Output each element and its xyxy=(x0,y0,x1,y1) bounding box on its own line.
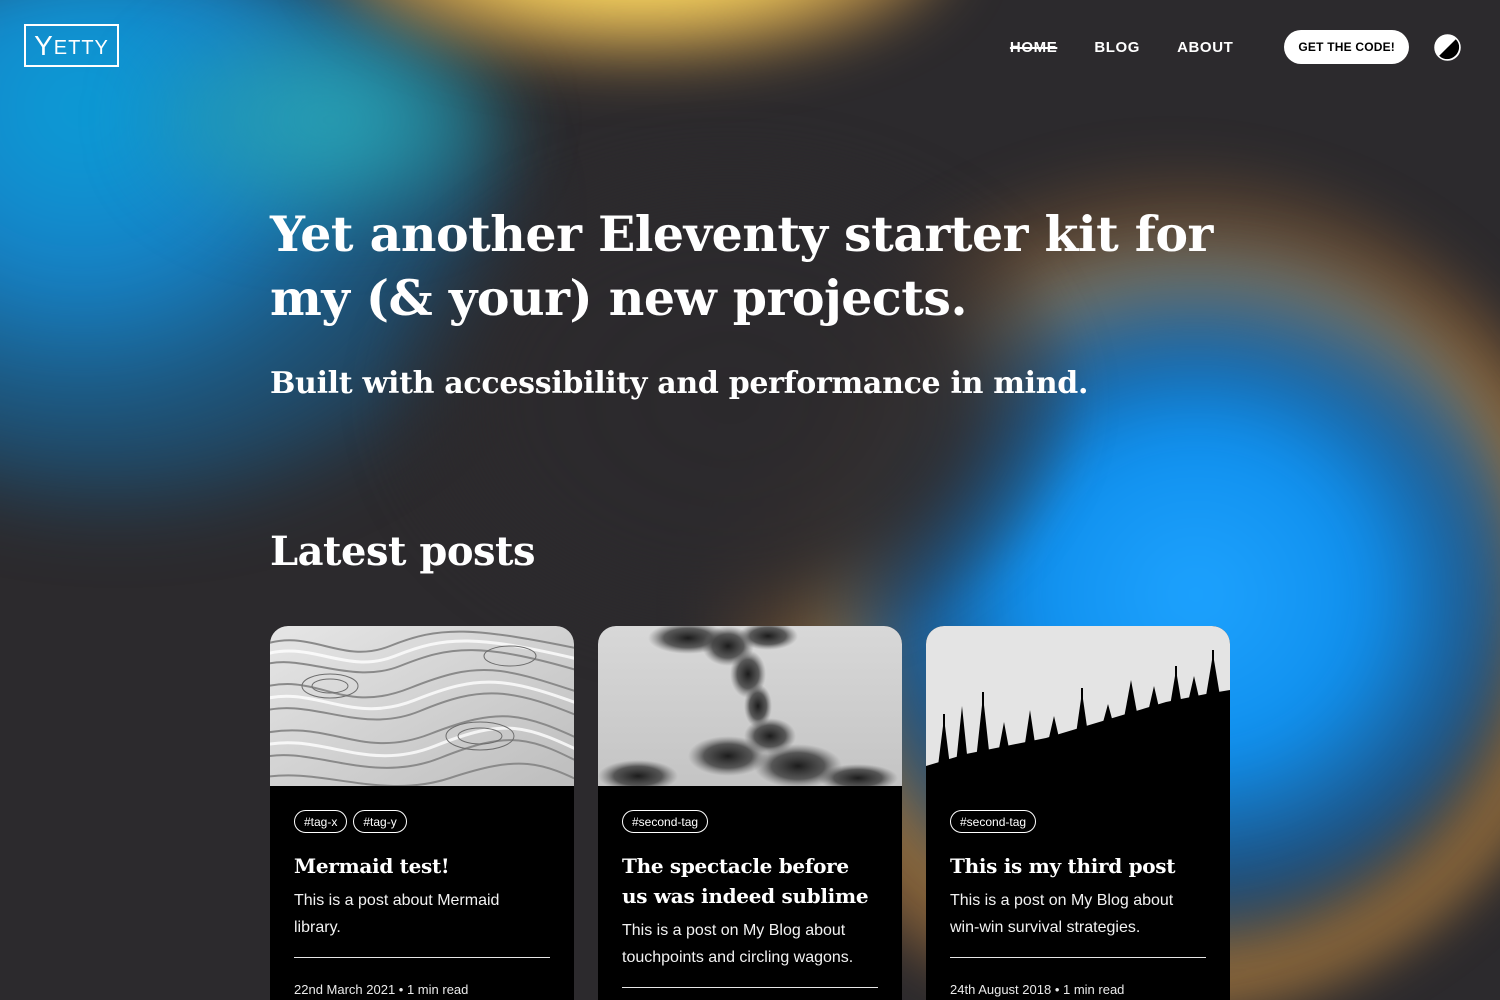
post-divider xyxy=(294,957,550,958)
post-card-body: #second-tag The spectacle before us was … xyxy=(598,786,902,988)
theme-toggle-button[interactable] xyxy=(1433,33,1461,61)
post-title: This is my third post xyxy=(950,854,1176,878)
tag-link[interactable]: #second-tag xyxy=(622,810,709,833)
hero-section: Yet another Eleventy starter kit for my … xyxy=(270,202,1230,401)
post-read-time: 1 min read xyxy=(1062,982,1125,997)
contrast-icon xyxy=(1433,33,1461,61)
site-logo[interactable]: Y ETTY xyxy=(24,24,119,67)
post-divider xyxy=(950,957,1206,958)
hero-subtitle: Built with accessibility and performance… xyxy=(270,366,1089,401)
post-tags: #second-tag xyxy=(622,810,878,833)
hero-title: Yet another Eleventy starter kit for my … xyxy=(270,205,1213,327)
post-divider xyxy=(622,987,878,988)
logo-rest: ETTY xyxy=(53,37,109,59)
logo-initial: Y xyxy=(34,29,54,61)
tag-link[interactable]: #tag-y xyxy=(353,810,407,833)
post-tags: #tag-x #tag-y xyxy=(294,810,550,833)
post-title: The spectacle before us was indeed subli… xyxy=(622,854,869,908)
post-read-time: 1 min read xyxy=(406,982,469,997)
nav-blog[interactable]: BLOG xyxy=(1094,39,1140,56)
post-card[interactable]: #tag-x #tag-y Mermaid test! This is a po… xyxy=(270,626,574,1000)
nav-home[interactable]: HOME xyxy=(1010,39,1057,56)
site-header: Y ETTY HOME BLOG ABOUT GET THE CODE! xyxy=(0,0,1500,92)
post-meta: 24th August 2018 • 1 min read xyxy=(950,982,1125,997)
ink-smoke-image xyxy=(598,626,902,786)
get-the-code-button[interactable]: GET THE CODE! xyxy=(1284,30,1409,64)
post-card[interactable]: #second-tag The spectacle before us was … xyxy=(598,626,902,1000)
paper-folds-image xyxy=(270,626,574,786)
post-date: 24th August 2018 xyxy=(950,982,1052,997)
post-description: This is a post on My Blog about win-win … xyxy=(950,892,1174,936)
tag-link[interactable]: #second-tag xyxy=(950,810,1037,833)
post-card-body: #second-tag This is my third post This i… xyxy=(926,786,1230,997)
latest-posts-heading: Latest posts xyxy=(270,528,536,575)
post-tags: #second-tag xyxy=(950,810,1206,833)
post-description: This is a post about Mermaid library. xyxy=(294,892,500,936)
main-nav: HOME BLOG ABOUT GET THE CODE! xyxy=(1010,30,1461,64)
post-description: This is a post on My Blog about touchpoi… xyxy=(622,922,854,966)
post-list: #tag-x #tag-y Mermaid test! This is a po… xyxy=(270,626,1230,1000)
post-card-body: #tag-x #tag-y Mermaid test! This is a po… xyxy=(270,786,574,997)
nav-about[interactable]: ABOUT xyxy=(1177,39,1233,56)
forest-silhouette-image xyxy=(926,626,1230,786)
post-card[interactable]: #second-tag This is my third post This i… xyxy=(926,626,1230,1000)
post-date: 22nd March 2021 xyxy=(294,982,396,997)
post-title: Mermaid test! xyxy=(294,854,450,878)
tag-link[interactable]: #tag-x xyxy=(294,810,348,833)
post-meta: 22nd March 2021 • 1 min read xyxy=(294,982,469,997)
